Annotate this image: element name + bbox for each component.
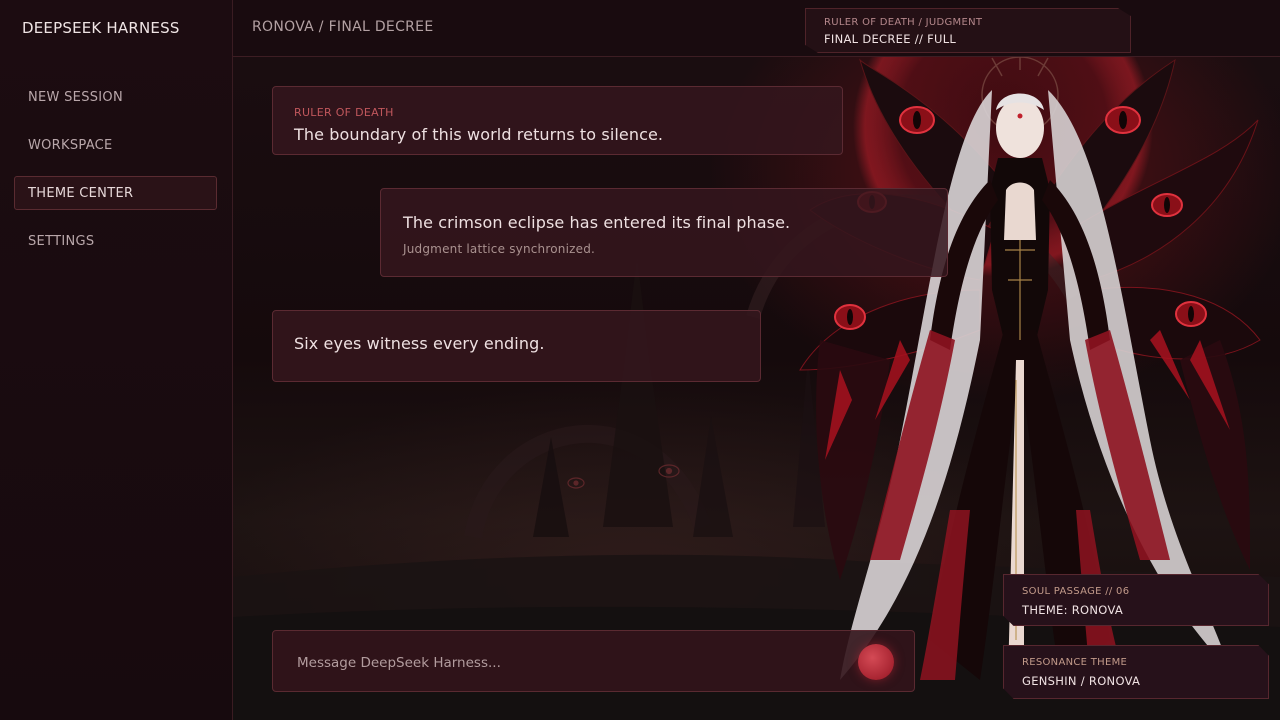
chat-message: RULER OF DEATH The boundary of this worl…	[272, 86, 843, 155]
message-subtext: Judgment lattice synchronized.	[403, 242, 596, 256]
sidebar-nav: NEW SESSION WORKSPACE THEME CENTER SETTI…	[14, 80, 217, 272]
resonance-theme-card: RESONANCE THEME GENSHIN / RONOVA	[1003, 645, 1269, 699]
app-brand: DEEPSEEK HARNESS	[22, 19, 180, 37]
sidebar-item-new-session[interactable]: NEW SESSION	[14, 80, 217, 114]
message-text: Six eyes witness every ending.	[294, 334, 545, 353]
breadcrumb: RONOVA / FINAL DECREE	[252, 19, 434, 35]
send-button[interactable]	[858, 644, 894, 680]
sidebar-item-theme-center[interactable]: THEME CENTER	[14, 176, 217, 210]
decree-card-kicker: RULER OF DEATH / JUDGMENT	[824, 17, 983, 28]
soul-passage-card: SOUL PASSAGE // 06 THEME: RONOVA	[1003, 574, 1269, 626]
decree-status-card: RULER OF DEATH / JUDGMENT FINAL DECREE /…	[805, 8, 1131, 53]
decree-card-title: FINAL DECREE // FULL	[824, 32, 957, 46]
message-speaker-label: RULER OF DEATH	[294, 106, 394, 119]
resonance-theme-title: GENSHIN / RONOVA	[1022, 674, 1141, 688]
chat-message: Six eyes witness every ending.	[272, 310, 761, 382]
chat-message: The crimson eclipse has entered its fina…	[380, 188, 948, 277]
sidebar-item-settings[interactable]: SETTINGS	[14, 224, 217, 258]
sidebar-item-workspace[interactable]: WORKSPACE	[14, 128, 217, 162]
app-window: DEEPSEEK HARNESS NEW SESSION WORKSPACE T…	[0, 0, 1280, 720]
resonance-theme-kicker: RESONANCE THEME	[1022, 657, 1128, 668]
sidebar: DEEPSEEK HARNESS NEW SESSION WORKSPACE T…	[0, 0, 233, 720]
message-text: The crimson eclipse has entered its fina…	[403, 213, 791, 232]
soul-passage-title: THEME: RONOVA	[1022, 603, 1124, 617]
message-composer	[272, 630, 915, 692]
message-input[interactable]	[295, 649, 819, 677]
soul-passage-kicker: SOUL PASSAGE // 06	[1022, 586, 1130, 597]
message-text: The boundary of this world returns to si…	[294, 125, 664, 144]
